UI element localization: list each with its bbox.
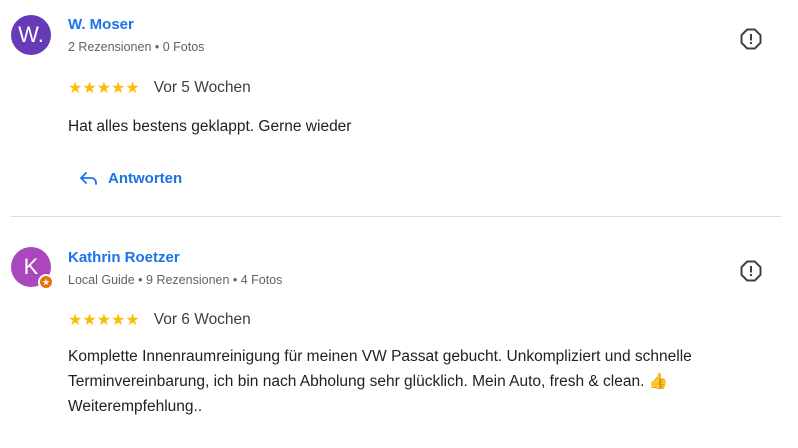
reviewer-name[interactable]: Kathrin Roetzer <box>68 249 180 266</box>
rating-row: ★★★★★ Vor 5 Wochen <box>68 78 251 97</box>
report-flag-icon[interactable] <box>739 27 763 51</box>
reviewer-meta: 2 Rezensionen • 0 Fotos <box>68 40 205 54</box>
review-time: Vor 6 Wochen <box>153 310 251 328</box>
review-card: K Kathrin Roetzer Local Guide • 9 Rezens… <box>0 217 798 448</box>
report-flag-icon[interactable] <box>739 259 763 283</box>
local-guide-badge-icon <box>38 274 54 290</box>
review-card: W. W. Moser 2 Rezensionen • 0 Fotos ★★★★… <box>0 0 798 216</box>
review-time: Vor 5 Wochen <box>153 78 251 96</box>
reviewer-meta: Local Guide • 9 Rezensionen • 4 Fotos <box>68 273 283 287</box>
star-rating: ★★★★★ <box>68 310 140 329</box>
rating-row: ★★★★★ Vor 6 Wochen <box>68 310 251 329</box>
reply-arrow-icon <box>80 171 97 185</box>
reply-button[interactable]: Antworten <box>80 170 182 187</box>
star-rating: ★★★★★ <box>68 78 140 97</box>
avatar-letter: W. <box>18 22 44 47</box>
review-text: Komplette Innenraumreinigung für meinen … <box>68 348 692 415</box>
review-text: Hat alles bestens geklappt. Gerne wieder <box>68 118 352 135</box>
reviewer-name[interactable]: W. Moser <box>68 16 134 33</box>
reply-label: Antworten <box>108 170 183 187</box>
avatar[interactable]: W. <box>11 15 51 55</box>
avatar-letter: K <box>23 254 39 279</box>
avatar[interactable]: K <box>11 247 54 290</box>
